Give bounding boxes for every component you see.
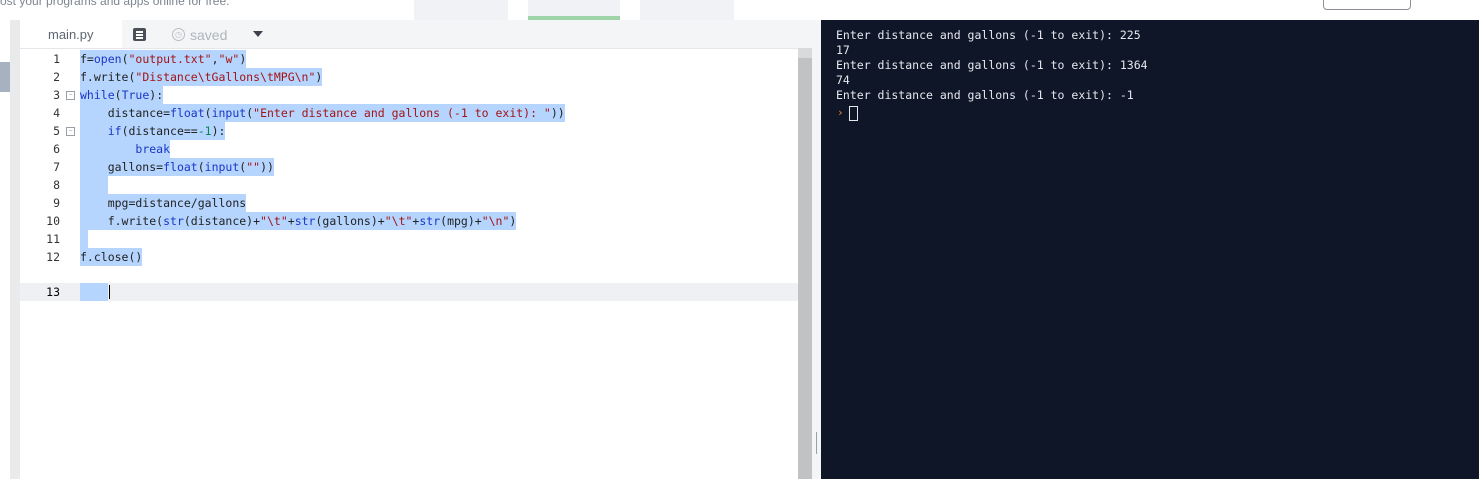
line-number: 13: [46, 285, 60, 299]
console-line: 17: [836, 43, 850, 57]
line-number: 3−: [20, 86, 80, 104]
fold-toggle-icon[interactable]: −: [66, 127, 75, 136]
top-nav-block[interactable]: [414, 0, 508, 20]
console-line: Enter distance and gallons (-1 to exit):…: [836, 28, 1141, 42]
splitter-grip[interactable]: [816, 432, 817, 454]
line-number: 9: [53, 196, 60, 210]
tab-main-py[interactable]: main.py: [20, 20, 122, 48]
code-line[interactable]: break: [80, 140, 171, 158]
line-number: 2: [53, 70, 60, 84]
console-line: 74: [836, 73, 850, 87]
tab-label: main.py: [48, 27, 94, 42]
editor-left-margin: [10, 20, 20, 479]
top-outline-button[interactable]: [1323, 0, 1411, 10]
pane-splitter[interactable]: [812, 20, 821, 479]
editor-scrollbar[interactable]: [798, 48, 812, 479]
code-area[interactable]: 1 2 3− 4 5− 6 7 8 9 10 11 12 13 f=open("…: [20, 49, 798, 479]
code-line[interactable]: [80, 230, 88, 248]
code-line[interactable]: f.close(): [80, 248, 143, 266]
chevron-down-icon[interactable]: [253, 31, 263, 37]
console-line: Enter distance and gallons (-1 to exit):…: [836, 58, 1148, 72]
document-icon[interactable]: [133, 28, 146, 41]
code-line[interactable]: distance=float(input("Enter distance and…: [80, 104, 565, 122]
code-line[interactable]: mpg=distance/gallons: [80, 194, 247, 212]
prompt-icon: ›: [837, 106, 844, 119]
line-number: 6: [53, 142, 60, 156]
code-line[interactable]: while(True):: [80, 86, 164, 104]
terminal-cursor[interactable]: [849, 106, 858, 121]
editor-tab-bar: main.py ◷ saved: [20, 20, 812, 49]
top-nav-block[interactable]: [640, 0, 734, 20]
line-number: 7: [53, 160, 60, 174]
left-sidebar-rail: [0, 20, 10, 479]
saved-status: saved: [190, 27, 228, 43]
line-number: 8: [53, 178, 60, 192]
console-line: Enter distance and gallons (-1 to exit):…: [836, 88, 1134, 102]
top-nav-block-active[interactable]: [528, 0, 620, 20]
top-bar: ost your programs and apps online for fr…: [0, 0, 1479, 20]
line-number: 1: [53, 52, 60, 66]
saved-clock-icon: ◷: [172, 28, 185, 41]
sidebar-toggle-tab[interactable]: [0, 62, 10, 92]
current-line-highlight: [20, 283, 798, 301]
code-line-current[interactable]: [80, 283, 108, 301]
code-line[interactable]: if(distance==-1):: [80, 122, 226, 140]
code-line[interactable]: f.write(str(distance)+"\t"+str(gallons)+…: [80, 212, 517, 230]
site-tagline: ost your programs and apps online for fr…: [0, 0, 230, 8]
line-number: 12: [46, 250, 60, 264]
line-number: 10: [46, 214, 60, 228]
scrollbar-thumb[interactable]: [798, 48, 812, 58]
fold-toggle-icon[interactable]: −: [66, 91, 75, 100]
line-number: 11: [46, 232, 60, 246]
code-line[interactable]: [80, 176, 108, 194]
text-cursor: [109, 285, 110, 299]
line-number: 5−: [20, 122, 80, 140]
code-line[interactable]: f=open("output.txt","w"): [80, 50, 247, 68]
code-line[interactable]: gallons=float(input("")): [80, 158, 274, 176]
line-number: 4: [53, 106, 60, 120]
code-editor: main.py ◷ saved 1 2 3− 4 5− 6 7 8 9 10 1…: [20, 20, 812, 479]
console-output[interactable]: Enter distance and gallons (-1 to exit):…: [821, 20, 1479, 479]
code-line[interactable]: f.write("Distance\tGallons\tMPG\n"): [80, 68, 323, 86]
